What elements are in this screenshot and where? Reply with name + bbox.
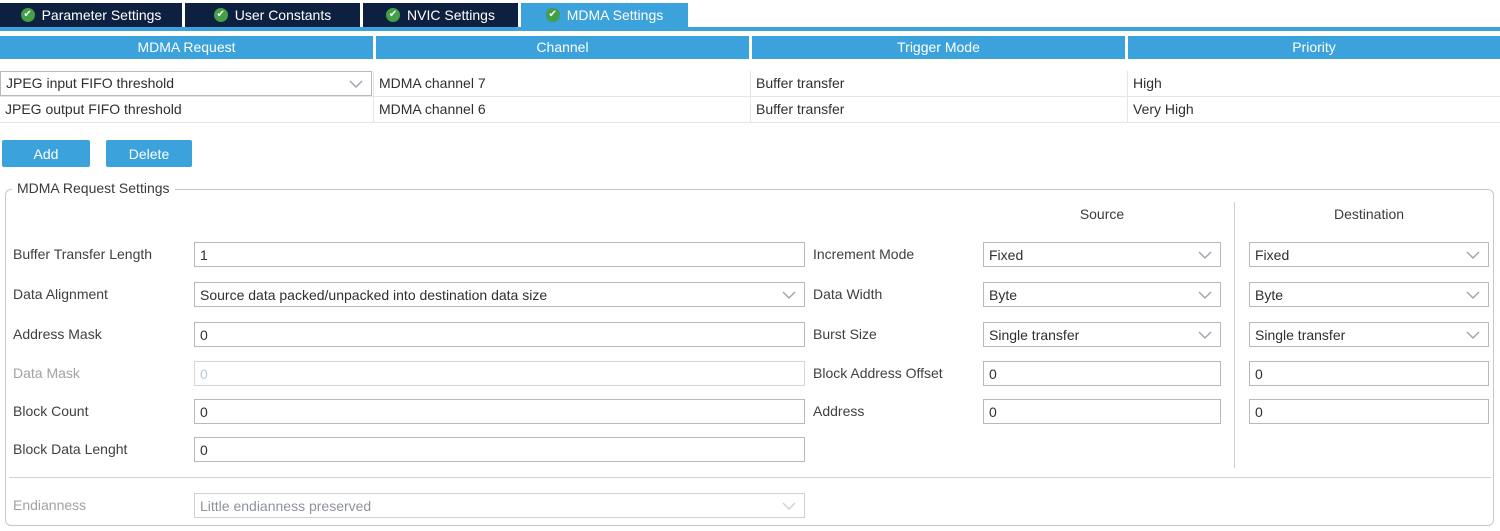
- chevron-down-icon: [1198, 291, 1212, 299]
- chevron-down-icon: [1466, 331, 1480, 339]
- tab-user-constants[interactable]: ✔ User Constants: [185, 3, 360, 27]
- combobox-value: Byte: [984, 287, 1198, 303]
- delete-button[interactable]: Delete: [106, 140, 192, 167]
- table-cell-channel[interactable]: MDMA channel 7: [374, 71, 751, 97]
- data-width-source-select[interactable]: Byte: [983, 282, 1221, 307]
- combobox-value: Fixed: [984, 247, 1198, 263]
- combobox-value: Single transfer: [1250, 327, 1466, 343]
- source-column-header: Source: [983, 206, 1221, 222]
- check-icon: ✔: [214, 8, 228, 22]
- table-cell-trigger-mode[interactable]: Buffer transfer: [751, 71, 1128, 97]
- increment-mode-source-select[interactable]: Fixed: [983, 242, 1221, 267]
- data-width-destination-select[interactable]: Byte: [1249, 282, 1489, 307]
- address-destination-input[interactable]: [1249, 399, 1489, 424]
- block-address-offset-destination-input[interactable]: [1249, 361, 1489, 386]
- tab-label: MDMA Settings: [567, 7, 663, 23]
- tab-label: User Constants: [235, 7, 331, 23]
- combobox-value: Source data packed/unpacked into destina…: [195, 287, 782, 303]
- combobox-value: JPEG input FIFO threshold: [1, 71, 349, 96]
- tab-underline-strip: [0, 27, 1500, 31]
- column-header-trigger-mode: Trigger Mode: [752, 36, 1125, 59]
- burst-size-source-select[interactable]: Single transfer: [983, 322, 1221, 347]
- add-button[interactable]: Add: [2, 140, 90, 167]
- mdma-settings-panel: ✔ Parameter Settings ✔ User Constants ✔ …: [0, 0, 1500, 531]
- column-header-mdma-request: MDMA Request: [0, 36, 373, 59]
- destination-column-header: Destination: [1249, 206, 1489, 222]
- label-block-count: Block Count: [13, 399, 88, 424]
- chevron-down-icon: [1466, 291, 1480, 299]
- combobox-value: Fixed: [1250, 247, 1466, 263]
- data-alignment-select[interactable]: Source data packed/unpacked into destina…: [194, 282, 805, 307]
- table-cell-request: JPEG input FIFO threshold: [0, 71, 374, 97]
- tab-mdma-settings[interactable]: ✔ MDMA Settings: [521, 3, 688, 27]
- label-burst-size: Burst Size: [813, 322, 877, 347]
- data-mask-input: [194, 361, 805, 386]
- tab-nvic-settings[interactable]: ✔ NVIC Settings: [363, 3, 518, 27]
- tab-parameter-settings[interactable]: ✔ Parameter Settings: [0, 3, 182, 27]
- mdma-request-settings-group: MDMA Request Settings Source Destination…: [5, 189, 1494, 526]
- block-address-offset-source-input[interactable]: [983, 361, 1221, 386]
- table-cell-channel[interactable]: MDMA channel 6: [374, 97, 751, 123]
- block-count-input[interactable]: [194, 399, 805, 424]
- combobox-value: Little endianness preserved: [195, 498, 782, 514]
- endianness-select: Little endianness preserved: [194, 493, 805, 518]
- chevron-down-icon: [782, 291, 796, 299]
- table-cell-priority[interactable]: Very High: [1128, 97, 1500, 123]
- label-address: Address: [813, 399, 864, 424]
- address-source-input[interactable]: [983, 399, 1221, 424]
- label-block-address-offset: Block Address Offset: [813, 361, 943, 386]
- burst-size-destination-select[interactable]: Single transfer: [1249, 322, 1489, 347]
- table-cell-priority[interactable]: High: [1128, 71, 1500, 97]
- chevron-down-icon: [349, 80, 363, 88]
- source-destination-divider: [1234, 202, 1235, 468]
- increment-mode-destination-select[interactable]: Fixed: [1249, 242, 1489, 267]
- address-mask-input[interactable]: [194, 322, 805, 347]
- combobox-value: Byte: [1250, 287, 1466, 303]
- table-cell-trigger-mode[interactable]: Buffer transfer: [751, 97, 1128, 123]
- column-header-channel: Channel: [376, 36, 749, 59]
- group-legend: MDMA Request Settings: [12, 180, 175, 196]
- endianness-separator: [9, 477, 1491, 478]
- tab-label: NVIC Settings: [407, 7, 495, 23]
- block-data-lenght-input[interactable]: [194, 437, 805, 462]
- chevron-down-icon: [1198, 251, 1212, 259]
- label-data-mask: Data Mask: [13, 361, 80, 386]
- request-combobox[interactable]: JPEG input FIFO threshold: [0, 71, 372, 96]
- label-buffer-transfer-length: Buffer Transfer Length: [13, 242, 152, 267]
- tab-label: Parameter Settings: [42, 7, 162, 23]
- chevron-down-icon: [1466, 251, 1480, 259]
- chevron-down-icon: [1198, 331, 1212, 339]
- label-block-data-lenght: Block Data Lenght: [13, 437, 127, 462]
- chevron-down-icon: [782, 502, 796, 510]
- check-icon: ✔: [21, 8, 35, 22]
- label-data-width: Data Width: [813, 282, 882, 307]
- label-endianness: Endianness: [13, 493, 86, 518]
- check-icon: ✔: [546, 8, 560, 22]
- table-cell-request[interactable]: JPEG output FIFO threshold: [0, 97, 374, 123]
- label-data-alignment: Data Alignment: [13, 282, 108, 307]
- label-address-mask: Address Mask: [13, 322, 102, 347]
- buffer-transfer-length-input[interactable]: [194, 242, 805, 267]
- label-increment-mode: Increment Mode: [813, 242, 914, 267]
- check-icon: ✔: [386, 8, 400, 22]
- column-header-priority: Priority: [1128, 36, 1500, 59]
- combobox-value: Single transfer: [984, 327, 1198, 343]
